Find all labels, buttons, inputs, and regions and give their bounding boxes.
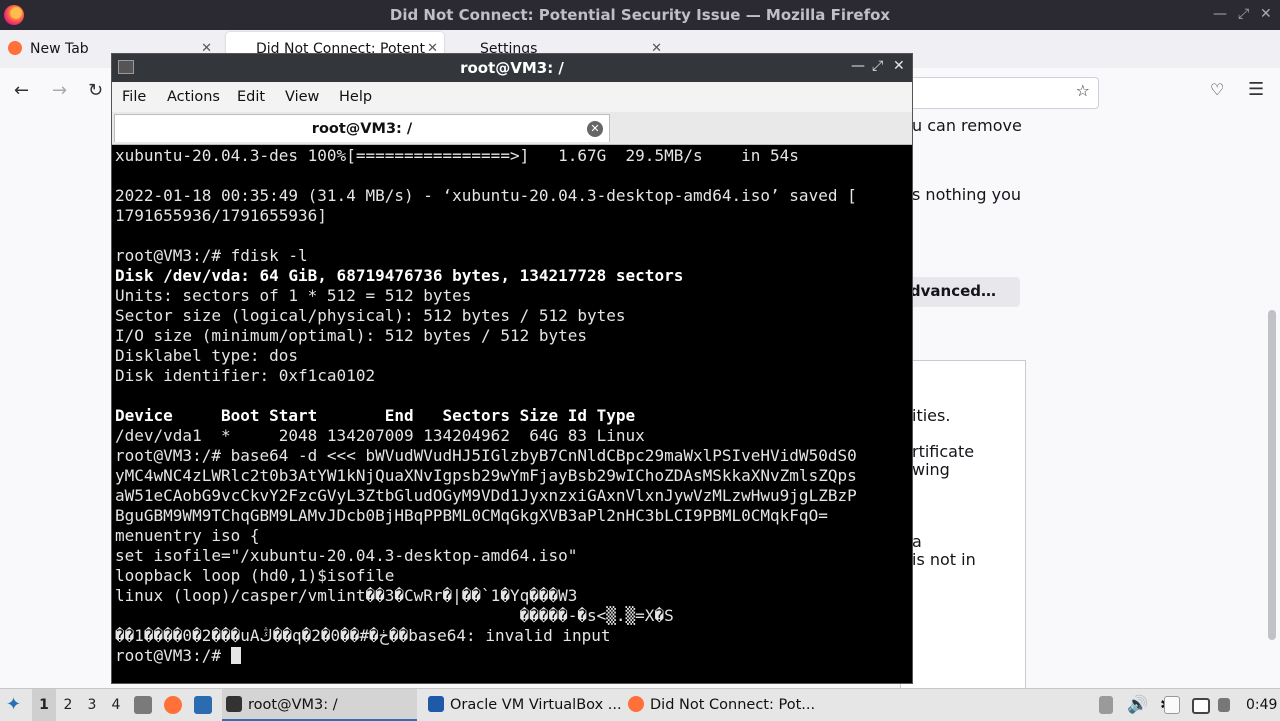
terminal-titlebar[interactable]: root@VM3: / — ⤢ ✕ [112, 54, 912, 82]
tab-label: New Tab [30, 41, 89, 57]
xfce-menu-icon[interactable]: ✦ [6, 689, 21, 721]
clipboard-icon[interactable] [1164, 696, 1180, 714]
maximize-icon[interactable]: ⤢ [872, 58, 883, 74]
terminal-line: �����-�s<▒.▒=X�S [115, 606, 674, 625]
virtualbox-task-icon [428, 696, 444, 712]
terminal-screen[interactable]: xubuntu-20.04.3-des 100%[===============… [112, 146, 912, 682]
firefox-titlebar: Did Not Connect: Potential Security Issu… [0, 0, 1280, 30]
terminal-line: Units: sectors of 1 * 512 = 512 bytes [115, 286, 472, 305]
page-text: is not in [912, 550, 976, 569]
firefox-tab-icon [8, 41, 22, 55]
menu-edit[interactable]: Edit [237, 82, 265, 112]
notification-icon[interactable] [1099, 696, 1113, 714]
terminal-line: I/O size (minimum/optimal): 512 bytes / … [115, 326, 588, 345]
terminal-line: root@VM3:/# fdisk -l [115, 246, 308, 265]
task-firefox[interactable]: Did Not Connect: Pot... [624, 689, 819, 721]
minimize-icon[interactable]: — [851, 58, 865, 74]
firefox-window-title: Did Not Connect: Potential Security Issu… [389, 6, 891, 24]
close-icon[interactable]: ✕ [893, 58, 905, 74]
terminal-line: ��1����0�2���uAڭ��q�2�0��#�ڂ��base64: in… [115, 626, 611, 645]
menu-icon[interactable]: ☰ [1248, 79, 1264, 100]
terminal-line: xubuntu-20.04.3-des 100%[===============… [115, 146, 799, 165]
minimize-icon[interactable]: — [1213, 6, 1227, 22]
page-text: u can remove [912, 116, 1022, 135]
task-label: Did Not Connect: Pot... [650, 697, 816, 713]
page-scrollbar[interactable] [1268, 310, 1276, 640]
terminal-line: 1791655936/1791655936] [115, 206, 327, 225]
terminal-line: 2022-01-18 00:35:49 (31.4 MB/s) - ‘xubun… [115, 186, 857, 205]
terminal-line: root@VM3:/# base64 -d <<< bWVudWVudHJ5IG… [115, 446, 857, 465]
url-bar[interactable]: ☆ [905, 77, 1099, 109]
terminal-line: loopback loop (hd0,1)$isofile [115, 566, 395, 585]
workspace-2[interactable]: 2 [56, 689, 80, 721]
terminal-line: Device Boot Start End Sectors Size Id Ty… [115, 406, 636, 425]
terminal-line: /dev/vda1 * 2048 134207009 134204962 64G… [115, 426, 645, 445]
terminal-line: Disklabel type: dos [115, 346, 299, 365]
back-icon[interactable]: ← [14, 80, 29, 101]
maximize-icon[interactable]: ⤢ [1238, 6, 1249, 22]
workspace-4[interactable]: 4 [104, 689, 128, 721]
terminal-tab[interactable]: root@VM3: / ✕ [114, 114, 610, 142]
terminal-line: linux (loop)/casper/vmlint��3�CwRr�|��`1… [115, 586, 578, 605]
page-text: rtificate [912, 442, 975, 461]
terminal-output: xubuntu-20.04.3-des 100%[===============… [115, 146, 857, 666]
lock-icon[interactable] [1218, 698, 1230, 712]
terminal-tabbar: root@VM3: / ✕ [112, 112, 912, 145]
display-icon[interactable] [1192, 698, 1210, 714]
terminal-menubar: File Actions Edit View Help [112, 82, 912, 112]
terminal-line: Disk /dev/vda: 64 GiB, 68719476736 bytes… [115, 266, 684, 285]
terminal-tab-label: root@VM3: / [311, 121, 413, 137]
menu-file[interactable]: File [122, 82, 146, 112]
terminal-line: menuentry iso { [115, 526, 260, 545]
taskbar: ✦ 1 2 3 4 root@VM3: / Oracle VM VirtualB… [0, 688, 1280, 721]
page-text: a [912, 532, 922, 551]
file-manager-icon[interactable] [134, 696, 152, 714]
terminal-line: root@VM3:/# [115, 646, 857, 666]
page-text: s nothing you [912, 185, 1021, 204]
terminal-line: Disk identifier: 0xf1ca0102 [115, 366, 376, 385]
terminal-task-icon [226, 696, 242, 712]
terminal-line: Sector size (logical/physical): 512 byte… [115, 306, 626, 325]
menu-view[interactable]: View [285, 82, 319, 112]
page-text: ities. [912, 406, 951, 425]
task-virtualbox[interactable]: Oracle VM VirtualBox ... [424, 689, 622, 721]
terminal-line: set isofile="/xubuntu-20.04.3-desktop-am… [115, 546, 578, 565]
terminal-window-title: root@VM3: / [460, 59, 564, 77]
reload-icon[interactable]: ↻ [88, 80, 103, 101]
firefox-launcher-icon[interactable] [164, 696, 182, 714]
terminal-line: yMC4wNC4zLWRlc2t0b3AtYW1kNjQuaXNvIgpsb29… [115, 466, 857, 485]
terminal-window: root@VM3: / — ⤢ ✕ File Actions Edit View… [111, 53, 913, 684]
clock[interactable]: 0:49 [1246, 689, 1277, 721]
forward-icon[interactable]: → [52, 80, 67, 101]
terminal-cursor [230, 647, 241, 664]
menu-actions[interactable]: Actions [167, 82, 220, 112]
page-text: wing [912, 460, 950, 479]
close-icon[interactable]: ✕ [1260, 6, 1272, 22]
menu-help[interactable]: Help [339, 82, 372, 112]
terminal-line: aW51eCAobG9vcCkvY2FzcGVyL3ZtbGludOGyM9VD… [115, 486, 857, 505]
advanced-button-label: dvanced… [909, 282, 996, 300]
desktop-icon[interactable] [194, 696, 212, 714]
task-terminal[interactable]: root@VM3: / [222, 689, 417, 721]
task-label: Oracle VM VirtualBox ... [450, 697, 622, 713]
pocket-icon[interactable]: ♡ [1210, 80, 1224, 99]
firefox-task-icon [628, 696, 644, 712]
workspace-1[interactable]: 1 [32, 689, 56, 721]
task-label: root@VM3: / [248, 697, 338, 713]
volume-icon[interactable]: 🔊 [1127, 689, 1148, 721]
advanced-button[interactable]: dvanced… [895, 277, 1020, 307]
bookmark-star-icon[interactable]: ☆ [1076, 81, 1090, 100]
terminal-line: BguGBM9WM9TChqGBM9LAMvJDcb0BjHBqPPBML0CM… [115, 506, 828, 525]
workspace-3[interactable]: 3 [80, 689, 104, 721]
close-tab-icon[interactable]: ✕ [587, 121, 603, 137]
